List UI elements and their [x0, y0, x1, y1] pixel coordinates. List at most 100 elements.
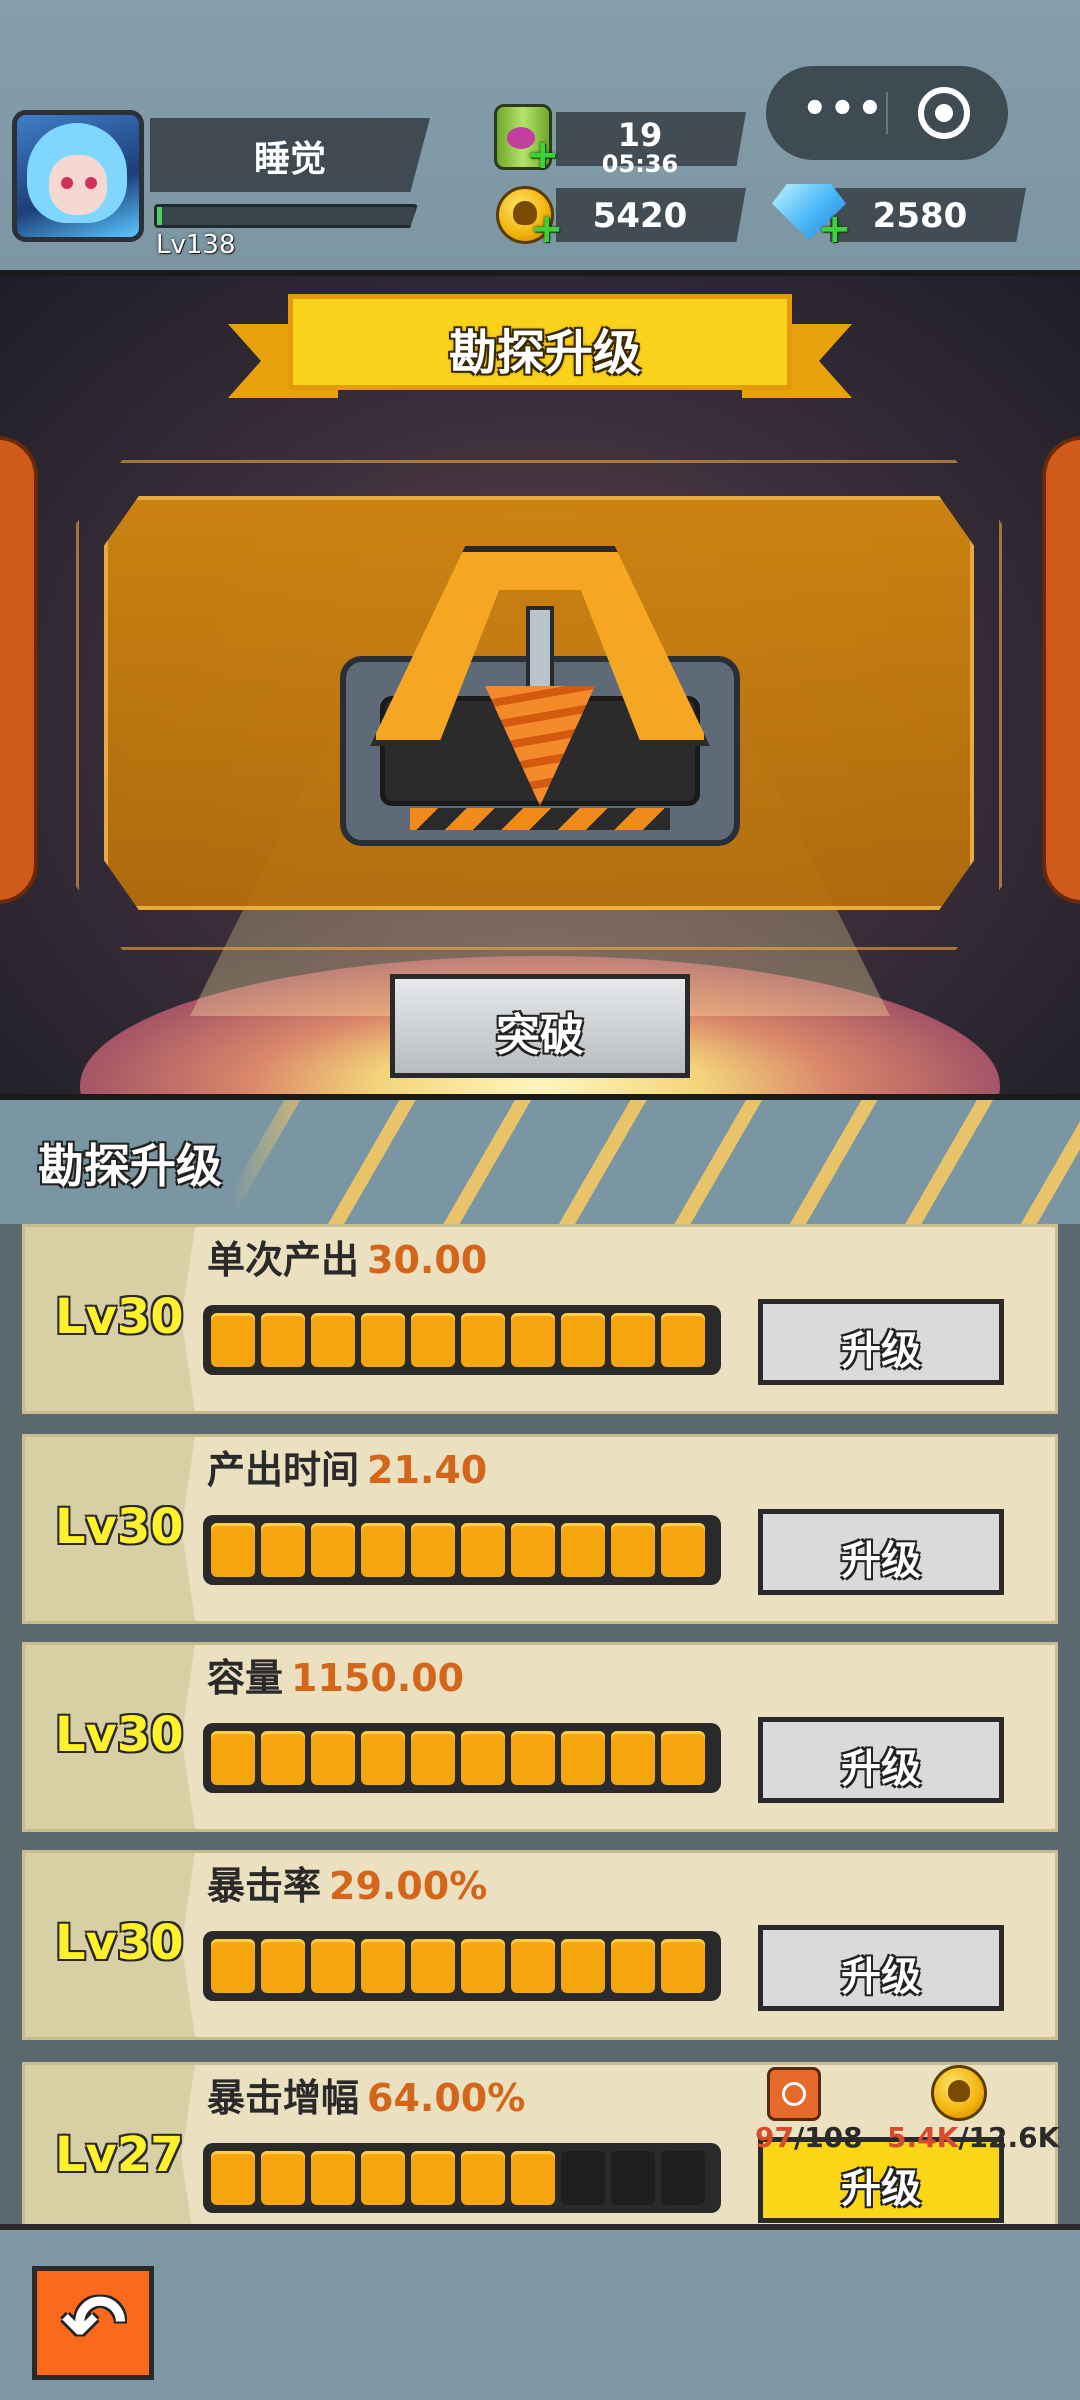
- progress-segment: [361, 1939, 405, 1993]
- top-hud: 睡觉 Lv138 + 19 05:36 + 5420 + 2580 •••: [0, 0, 1080, 270]
- upgrade-stat-value: 64.00%: [367, 2076, 526, 2120]
- upgrade-progress-bar: [203, 1305, 721, 1375]
- bottom-bar: ↶: [0, 2224, 1080, 2400]
- progress-segment: [311, 1939, 355, 1993]
- gems-value: 2580: [872, 196, 968, 236]
- breakthrough-button[interactable]: 突破: [390, 974, 690, 1078]
- coin-need: /12.6K: [958, 2121, 1060, 2154]
- coins-value: 5420: [592, 196, 688, 236]
- progress-segment: [211, 1731, 255, 1785]
- progress-segment: [261, 2151, 305, 2205]
- upgrade-button-label: 升级: [841, 1954, 921, 2000]
- progress-segment: [311, 1523, 355, 1577]
- upgrade-level: Lv30: [55, 1915, 184, 1971]
- avatar-eye-right: [85, 177, 97, 189]
- progress-segment: [611, 1731, 655, 1785]
- upgrade-button-label: 升级: [841, 1538, 921, 1584]
- back-arrow-icon: ↶: [61, 2279, 127, 2369]
- banner-ribbon: 勘探升级: [288, 294, 792, 390]
- progress-segment: [361, 1313, 405, 1367]
- upgrade-button[interactable]: 升级: [758, 1717, 1004, 1803]
- progress-segment: [361, 1731, 405, 1785]
- add-coins-icon[interactable]: +: [530, 209, 564, 249]
- progress-segment: [261, 1731, 305, 1785]
- back-button[interactable]: ↶: [32, 2266, 154, 2380]
- player-level: Lv138: [156, 230, 236, 260]
- progress-segment: [611, 1939, 655, 1993]
- progress-segment: [211, 1313, 255, 1367]
- upgrade-stat: 容量 1150.00: [207, 1647, 464, 1702]
- progress-segment: [211, 1523, 255, 1577]
- progress-segment: [411, 1939, 455, 1993]
- progress-segment: [661, 1313, 705, 1367]
- add-energy-icon[interactable]: +: [526, 135, 560, 175]
- progress-segment: [611, 1523, 655, 1577]
- progress-segment: [361, 2151, 405, 2205]
- progress-segment: [411, 1313, 455, 1367]
- target-icon[interactable]: [918, 87, 970, 139]
- progress-segment: [311, 1313, 355, 1367]
- material-need: /108: [793, 2121, 863, 2154]
- skull-coin-icon: [931, 2065, 987, 2121]
- upgrade-stat-label: 单次产出: [207, 1238, 360, 1282]
- upgrade-row: Lv30 容量 1150.00 升级: [22, 1642, 1058, 1832]
- title-banner: 勘探升级: [228, 294, 852, 398]
- add-gems-icon[interactable]: +: [818, 209, 852, 249]
- energy-timer: 05:36: [601, 150, 679, 178]
- player-name-plate: 睡觉: [150, 118, 430, 192]
- progress-segment: [261, 1523, 305, 1577]
- upgrade-row: Lv30 暴击率 29.00% 升级: [22, 1850, 1058, 2040]
- progress-segment: [561, 1523, 605, 1577]
- progress-segment: [561, 1731, 605, 1785]
- progress-segment: [661, 1731, 705, 1785]
- progress-segment: [411, 2151, 455, 2205]
- banner-title: 勘探升级: [448, 325, 641, 381]
- coin-cost: 5.4K/12.6K: [887, 2121, 1059, 2154]
- progress-segment: [461, 1313, 505, 1367]
- material-crate-icon: [767, 2067, 821, 2121]
- progress-segment: [511, 1313, 555, 1367]
- progress-segment: [661, 1523, 705, 1577]
- upgrade-progress-bar: [203, 1931, 721, 2001]
- upgrade-progress-bar: [203, 1723, 721, 1793]
- upgrade-level: Lv30: [55, 1499, 184, 1555]
- section-header: 勘探升级: [0, 1100, 1080, 1226]
- upgrade-button[interactable]: 升级: [758, 1925, 1004, 2011]
- upgrade-row: Lv30 单次产出 30.00 升级: [22, 1224, 1058, 1414]
- progress-segment: [211, 1939, 255, 1993]
- more-icon[interactable]: •••: [802, 86, 883, 136]
- upgrade-button[interactable]: 升级: [758, 1509, 1004, 1595]
- progress-segment: [561, 1939, 605, 1993]
- mini-program-capsule: •••: [766, 66, 1008, 160]
- energy-value: 19: [617, 116, 663, 154]
- material-have: 97: [755, 2121, 794, 2154]
- progress-segment: [461, 2151, 505, 2205]
- upgrade-stat-value: 29.00%: [329, 1864, 488, 1908]
- exploration-scene: 勘探升级 突破: [0, 270, 1080, 1100]
- upgrade-level: Lv27: [55, 2127, 184, 2183]
- upgrade-button[interactable]: 升级: [758, 1299, 1004, 1385]
- upgrade-button-label: 升级: [841, 1746, 921, 1792]
- progress-segment: [411, 1731, 455, 1785]
- drill-rod: [526, 606, 554, 696]
- progress-segment: [511, 1523, 555, 1577]
- progress-segment: [361, 1523, 405, 1577]
- upgrade-stat-label: 容量: [207, 1656, 284, 1700]
- upgrade-stat: 暴击率 29.00%: [207, 1855, 487, 1910]
- avatar[interactable]: [12, 110, 144, 242]
- breakthrough-label: 突破: [496, 1010, 584, 1061]
- progress-segment: [561, 1313, 605, 1367]
- upgrade-button-label: 升级: [841, 2166, 921, 2212]
- section-title: 勘探升级: [38, 1139, 222, 1193]
- upgrade-stat-label: 产出时间: [207, 1448, 360, 1492]
- scene-door-left: [0, 436, 38, 904]
- upgrade-stat-value: 21.40: [367, 1448, 488, 1492]
- upgrade-progress-bar: [203, 1515, 721, 1585]
- drill-hazard-stripe: [410, 808, 670, 830]
- upgrade-level: Lv30: [55, 1707, 184, 1763]
- upgrade-progress-bar: [203, 2143, 721, 2213]
- upgrade-stat-label: 暴击增幅: [207, 2076, 360, 2120]
- upgrade-level: Lv30: [55, 1289, 184, 1345]
- progress-segment: [611, 2151, 655, 2205]
- capsule-divider: [886, 92, 888, 134]
